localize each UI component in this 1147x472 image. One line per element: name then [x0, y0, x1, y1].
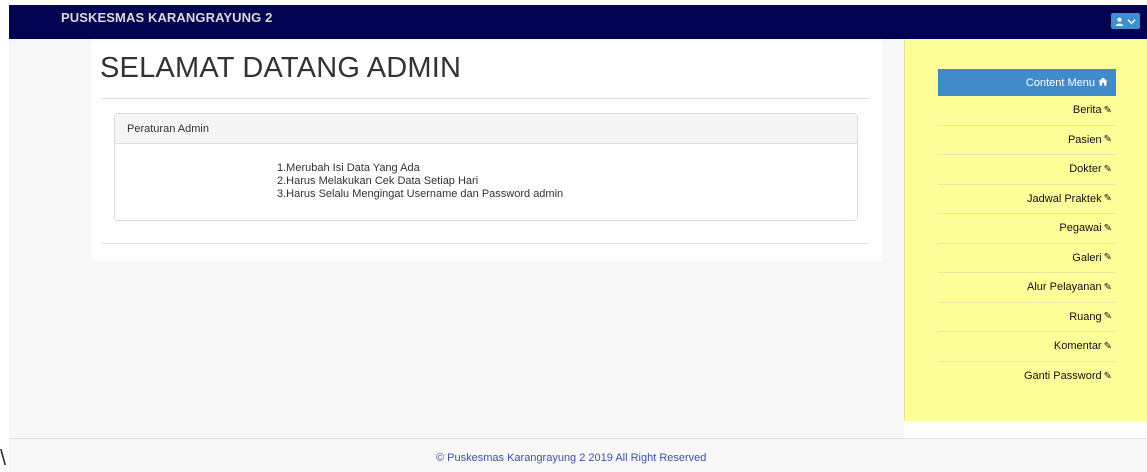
sidebar-menu: Berita ✎ Pasien ✎ Dokter ✎ Jadwal Praktek… [938, 96, 1116, 391]
sidebar-item-label: Pasien [1067, 133, 1102, 146]
backslash-glyph: \ [0, 445, 7, 470]
sidebar-item-dokter[interactable]: Dokter ✎ [938, 155, 1116, 185]
sidebar-item-label: Komentar [1053, 340, 1102, 353]
sidebar-item-pasien[interactable]: Pasien ✎ [938, 126, 1116, 155]
rules-panel-heading: Peraturan Admin [115, 114, 857, 144]
sidebar-item-label: Galeri [1072, 251, 1102, 264]
pencil-icon: ✎ [1103, 281, 1112, 293]
divider-top [101, 98, 870, 99]
page: \ PUSKESMAS KARANGRAYUNG 2 SELAMAT DATAN… [0, 0, 1147, 472]
pencil-icon: ✎ [1103, 252, 1112, 264]
pencil-icon: ✎ [1103, 163, 1112, 175]
sidebar-item-label: Jadwal Praktek [1027, 192, 1102, 205]
sidebar-item-label: Dokter [1069, 163, 1102, 176]
pencil-icon: ✎ [1103, 193, 1112, 205]
home-icon [1098, 77, 1108, 89]
sidebar-item-berita[interactable]: Berita ✎ [938, 96, 1116, 126]
sidebar-item-komentar[interactable]: Komentar ✎ [938, 332, 1116, 362]
divider-bottom [101, 243, 870, 244]
rules-panel: Peraturan Admin 1.Merubah Isi Data Yang … [114, 113, 858, 221]
user-menu-button[interactable] [1111, 13, 1140, 29]
sidebar-item-pegawai[interactable]: Pegawai ✎ [938, 214, 1116, 244]
sidebar-item-galeri[interactable]: Galeri ✎ [938, 244, 1116, 273]
pencil-icon: ✎ [1103, 370, 1112, 382]
pencil-icon: ✎ [1103, 134, 1112, 146]
rule-item: 3.Harus Selalu Mengingat Username dan Pa… [277, 188, 564, 200]
rules-list: 1.Merubah Isi Data Yang Ada 2.Harus Mela… [277, 162, 563, 201]
pencil-icon: ✎ [1103, 311, 1112, 323]
rule-item: 1.Merubah Isi Data Yang Ada [277, 162, 420, 174]
sidebar-item-jadwal-praktek[interactable]: Jadwal Praktek ✎ [938, 185, 1116, 214]
pencil-icon: ✎ [1103, 222, 1112, 234]
brand-title[interactable]: PUSKESMAS KARANGRAYUNG 2 [61, 10, 272, 25]
copyright-text: © Puskesmas Karangrayung 2 2019 All Righ… [436, 452, 707, 464]
page-title: SELAMAT DATANG ADMIN [100, 52, 462, 84]
pencil-icon: ✎ [1103, 104, 1112, 116]
sidebar-item-ganti-password[interactable]: Ganti Password ✎ [938, 362, 1116, 392]
sidebar-item-label: Berita [1072, 104, 1102, 117]
chevron-down-icon [1127, 18, 1136, 25]
sidebar-item-label: Alur Pelayanan [1027, 281, 1102, 294]
content-menu-heading[interactable]: Content Menu [938, 69, 1116, 96]
left-edge: \ [0, 0, 9, 472]
rule-item: 2.Harus Melakukan Cek Data Setiap Hari [277, 175, 479, 187]
sidebar-item-alur-pelayanan[interactable]: Alur Pelayanan ✎ [938, 273, 1116, 303]
sidebar-item-label: Ruang [1069, 310, 1102, 323]
content-menu-label: Content Menu [1025, 76, 1095, 89]
footer: © Puskesmas Karangrayung 2 2019 All Righ… [9, 438, 1147, 472]
sidebar-item-ruang[interactable]: Ruang ✎ [938, 303, 1116, 332]
top-navbar: PUSKESMAS KARANGRAYUNG 2 [9, 5, 1147, 39]
sidebar: Content Menu Berita ✎ Pasien ✎ Dokter ✎ J… [904, 39, 1147, 421]
sidebar-item-label: Pegawai [1059, 222, 1102, 235]
sidebar-item-label: Ganti Password [1023, 370, 1102, 383]
pencil-icon: ✎ [1103, 340, 1112, 352]
user-icon [1115, 17, 1124, 26]
